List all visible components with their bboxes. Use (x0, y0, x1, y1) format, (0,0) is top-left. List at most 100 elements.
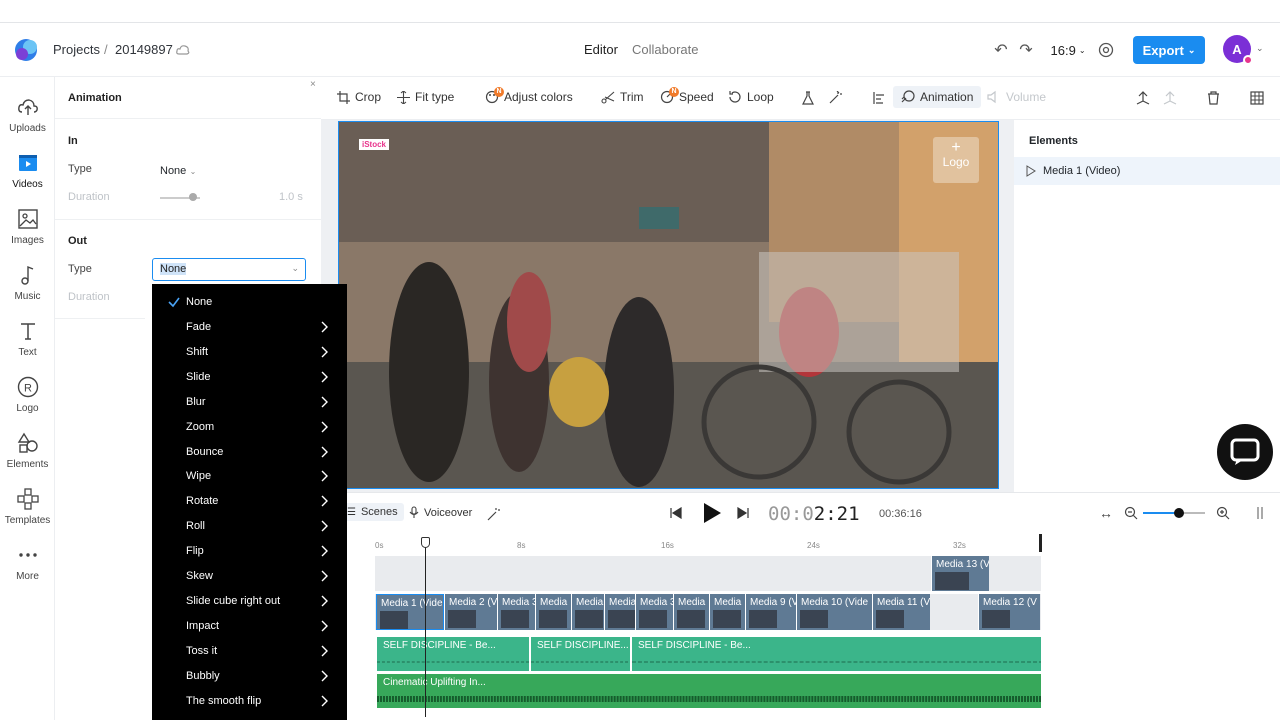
audio-clip[interactable]: SELF DISCIPLINE - Be... (631, 637, 1041, 671)
crop-button[interactable]: Crop (337, 90, 381, 104)
settings-icon[interactable] (1097, 41, 1115, 59)
timeline-clip[interactable]: Media 10 (Vide (796, 594, 872, 630)
timeline-clip[interactable]: Media (571, 594, 604, 630)
dropdown-item-wipe[interactable]: Wipe (152, 464, 347, 489)
timeline-clip[interactable]: Media 3 (635, 594, 673, 630)
dropdown-item-slide[interactable]: Slide (152, 365, 347, 390)
fit-type-button[interactable]: Fit type (397, 90, 454, 104)
flask-icon[interactable] (801, 91, 815, 105)
voiceover-label: Voiceover (424, 506, 473, 519)
volume-button[interactable]: Volume (987, 90, 1046, 104)
timeline-clip[interactable]: Media 2 (V (444, 594, 497, 630)
dropdown-item-toss-it[interactable]: Toss it (152, 639, 347, 664)
sidebar-item-elements[interactable]: Elements (0, 427, 55, 477)
timeline-clip[interactable]: Media (709, 594, 745, 630)
dropdown-item-slide-cube-right-out[interactable]: Slide cube right out (152, 589, 347, 614)
audio-clip[interactable]: SELF DISCIPLINE - Be... (376, 637, 529, 671)
audio-clip[interactable]: SELF DISCIPLINE... (530, 637, 630, 671)
chevron-down-icon[interactable]: ⌄ (1256, 43, 1264, 54)
dropdown-item-flip[interactable]: Flip (152, 539, 347, 564)
fit-width-icon[interactable]: ↔ (1099, 505, 1113, 521)
dropdown-item-the-smooth-flip[interactable]: The smooth flip (152, 689, 347, 714)
sidebar-item-music[interactable]: Music (0, 259, 55, 309)
timeline-clip[interactable]: Media 12 (V (978, 594, 1040, 630)
clip-label: Media (678, 597, 706, 608)
dropdown-item-zoom[interactable]: Zoom (152, 415, 347, 440)
in-type-select[interactable]: None ⌄ (160, 163, 196, 177)
timeline-clip[interactable]: Media (673, 594, 709, 630)
loop-button[interactable]: Loop (728, 90, 774, 104)
redo-icon[interactable]: ↷ (1015, 39, 1037, 61)
out-type-select[interactable]: None ⌄ (152, 258, 306, 281)
trim-button[interactable]: Trim (601, 90, 644, 104)
animation-button[interactable]: Animation (893, 86, 982, 108)
clip-thumbnail (982, 610, 1010, 628)
voiceover-button[interactable]: Voiceover (409, 506, 472, 519)
dropdown-item-none[interactable]: None (152, 290, 347, 315)
sidebar-item-text[interactable]: Text (0, 315, 55, 365)
export-button[interactable]: Export ⌄ (1133, 36, 1205, 64)
aspect-ratio-select[interactable]: 16:9 ⌄ (1051, 39, 1086, 61)
sidebar-item-logo[interactable]: R Logo (0, 371, 55, 421)
layer-down-icon[interactable] (1163, 91, 1177, 106)
play-icon[interactable] (701, 502, 723, 524)
scenes-button[interactable]: ☰ Scenes (341, 503, 404, 521)
tab-collaborate[interactable]: Collaborate (632, 42, 699, 57)
playhead[interactable] (425, 539, 426, 717)
adjust-colors-button[interactable]: Adjust colors N (485, 87, 573, 104)
dropdown-item-bubbly[interactable]: Bubbly (152, 664, 347, 689)
zoom-slider-knob[interactable] (1174, 508, 1184, 518)
dropdown-item-roll[interactable]: Roll (152, 514, 347, 539)
magic-wand-icon[interactable] (487, 508, 500, 521)
grid-icon[interactable] (1250, 91, 1264, 105)
chat-support-button[interactable] (1217, 424, 1273, 480)
app-logo-icon[interactable] (12, 37, 40, 63)
timeline-clip[interactable]: Media (604, 594, 635, 630)
sidebar-item-images[interactable]: Images (0, 203, 55, 253)
dropdown-item-skew[interactable]: Skew (152, 564, 347, 589)
skip-forward-icon[interactable] (737, 507, 749, 519)
tab-editor[interactable]: Editor (584, 42, 618, 57)
dropdown-item-impact[interactable]: Impact (152, 614, 347, 639)
magic-wand-icon[interactable] (828, 91, 842, 105)
sidebar-item-videos[interactable]: Videos (0, 147, 55, 197)
dropdown-item-label: Wipe (186, 470, 212, 483)
zoom-in-icon[interactable] (1216, 506, 1230, 520)
timeline-settings-icon[interactable] (1255, 506, 1265, 520)
ruler-tick: 32s (953, 541, 966, 550)
dropdown-item-bounce[interactable]: Bounce (152, 440, 347, 465)
sidebar-item-uploads[interactable]: Uploads (0, 91, 55, 141)
timeline-clip[interactable]: Media 1 (Vide (376, 594, 444, 630)
close-icon[interactable]: × (310, 79, 316, 90)
clip-thumbnail (380, 611, 408, 629)
align-icon[interactable] (872, 91, 886, 105)
timeline-clip[interactable]: Media (535, 594, 571, 630)
skip-back-icon[interactable] (670, 507, 682, 519)
sidebar-item-more[interactable]: More (0, 539, 55, 589)
playhead-handle[interactable] (421, 537, 430, 548)
sidebar-item-templates[interactable]: Templates (0, 483, 55, 533)
timeline-clip[interactable]: Media 13 (V (931, 556, 989, 591)
timeline-clip[interactable]: Media 11 (V (872, 594, 930, 630)
trash-icon[interactable] (1207, 91, 1220, 105)
dropdown-item-shift[interactable]: Shift (152, 340, 347, 365)
element-row-media-1[interactable]: Media 1 (Video) (1014, 157, 1280, 185)
dropdown-item-fade[interactable]: Fade (152, 315, 347, 340)
logo-placeholder[interactable]: + Logo (933, 137, 979, 183)
layer-up-icon[interactable] (1136, 91, 1150, 106)
timeline-clip[interactable]: Media 9 (V (745, 594, 796, 630)
undo-icon[interactable]: ↶ (990, 39, 1012, 61)
dropdown-item-rotate[interactable]: Rotate (152, 489, 347, 514)
breadcrumb-projects[interactable]: Projects (53, 42, 100, 57)
audio-clip[interactable]: Cinematic Uplifting In... (376, 674, 1041, 708)
project-id[interactable]: 20149897 (115, 42, 173, 57)
zoom-out-icon[interactable] (1124, 506, 1138, 520)
timeline-clip[interactable]: Media 3 (497, 594, 535, 630)
in-duration-slider-knob[interactable] (189, 193, 197, 201)
dropdown-item-label: Zoom (186, 420, 215, 433)
video-preview[interactable]: iStock + Logo (338, 121, 999, 489)
timeline-end-marker[interactable] (1039, 534, 1042, 552)
dropdown-item-blur[interactable]: Blur (152, 390, 347, 415)
speed-button[interactable]: Speed N (660, 87, 714, 104)
out-type-label: Type (68, 263, 92, 275)
